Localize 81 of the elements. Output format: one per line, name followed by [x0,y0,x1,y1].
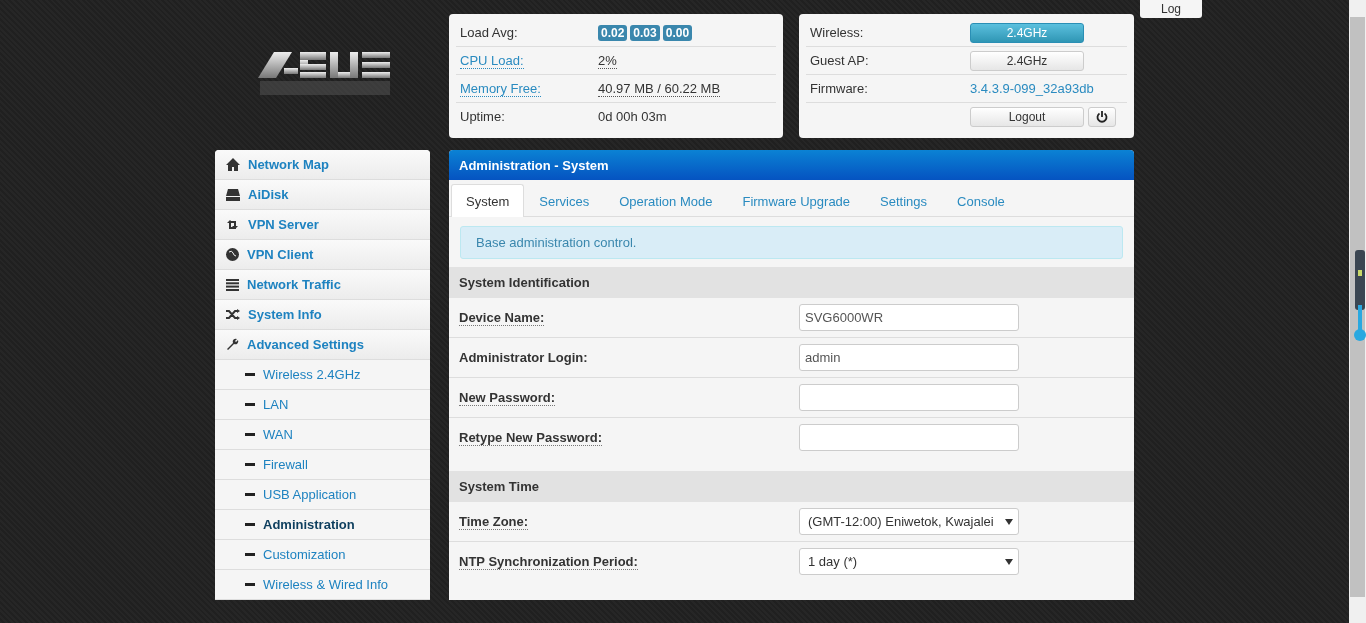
sidebar-item[interactable]: VPN Client [215,240,430,270]
sidebar-item[interactable]: AiDisk [215,180,430,210]
stat-label: Load Avg: [460,25,518,40]
sidebar-label: VPN Client [247,247,314,262]
field-label: New Password: [459,390,556,406]
input-field[interactable] [799,424,1019,451]
tab[interactable]: Operation Mode [604,184,728,217]
drive-icon [226,188,240,201]
stat-link[interactable]: CPU Load: [460,53,524,69]
power-button[interactable] [1088,106,1116,127]
sidebar-label: AiDisk [248,187,289,202]
stat-value: 40.97 MB / 60.22 MB [598,80,721,97]
dash-icon [245,463,255,466]
tab[interactable]: System [451,184,525,217]
sidebar-item[interactable]: System Info [215,300,430,330]
field-label: NTP Synchronization Period: [459,554,638,570]
home-icon [226,158,240,171]
sidebar-label: System Info [248,307,322,322]
dash-icon [245,403,255,406]
dropdown[interactable]: (GMT-12:00) Eniwetok, Kwajalei [799,508,1019,535]
sidebar-label: Customization [263,547,346,562]
load-badge: 0.03 [630,24,660,41]
sidebar-item[interactable]: Advanced Settings [215,330,430,360]
dash-icon [245,523,255,526]
input-field[interactable]: SVG6000WR [799,304,1019,331]
sidebar-label: Advanced Settings [247,337,365,352]
dash-icon [245,433,255,436]
field-label: Time Zone: [459,514,529,530]
status-label: Firmware: [810,81,868,96]
status-label: Guest AP: [810,53,869,68]
sidebar-label: Firewall [263,457,308,472]
stat-label: Uptime: [460,109,505,124]
band-button[interactable]: 2.4GHz [970,22,1084,43]
tab[interactable]: Console [942,184,1020,217]
status-label: Wireless: [810,25,864,40]
wrench-icon [226,338,239,351]
sidebar-item[interactable]: VPN Server [215,210,430,240]
caret-icon [1005,558,1013,565]
input-field[interactable]: admin [799,344,1019,371]
sidebar-label: USB Application [263,487,357,502]
field-label: Administrator Login: [459,350,588,365]
dropdown[interactable]: 1 day (*) [799,548,1019,575]
shuffle-icon [226,309,240,320]
panel-title: Administration - System [449,150,1134,180]
dash-icon [245,373,255,376]
field-label: Device Name: [459,310,545,326]
list-icon [226,278,239,291]
thermometer-icon [1354,250,1366,342]
caret-icon [1005,518,1013,525]
load-badge: 0.02 [598,24,628,41]
sidebar-label: Network Map [248,157,329,172]
sidebar-label: Network Traffic [247,277,341,292]
stat-value: 0d 00h 03m [598,109,667,124]
stat-value: 2% [598,52,617,69]
sidebar-item[interactable]: Network Map [215,150,430,180]
info-alert: Base administration control. [460,226,1123,259]
scrollbar[interactable] [1349,0,1366,623]
tab[interactable]: Settings [865,184,943,217]
band-button[interactable]: 2.4GHz [970,50,1084,71]
field-label: Retype New Password: [459,430,603,446]
log-button[interactable]: Log [1140,0,1202,18]
tab[interactable]: Services [524,184,605,217]
dash-icon [245,583,255,586]
sidebar-label: LAN [263,397,289,412]
load-badge: 0.00 [662,24,693,41]
stat-link[interactable]: Memory Free: [460,81,541,97]
dash-icon [245,553,255,556]
section-header: System Identification [449,267,1134,298]
logout-button[interactable]: Logout [970,106,1084,127]
sidebar-label: WAN [263,427,293,442]
power-icon [1096,110,1108,123]
input-field[interactable] [799,384,1019,411]
sidebar-label: Administration [263,517,355,532]
sidebar-label: VPN Server [248,217,319,232]
sidebar-item[interactable]: Network Traffic [215,270,430,300]
firmware-link[interactable]: 3.4.3.9-099_32a93db [970,81,1094,96]
section-header: System Time [449,471,1134,502]
sidebar-label: Wireless & Wired Info [263,577,388,592]
tab[interactable]: Firmware Upgrade [727,184,866,217]
dash-icon [245,493,255,496]
sidebar-label: Wireless 2.4GHz [263,367,361,382]
